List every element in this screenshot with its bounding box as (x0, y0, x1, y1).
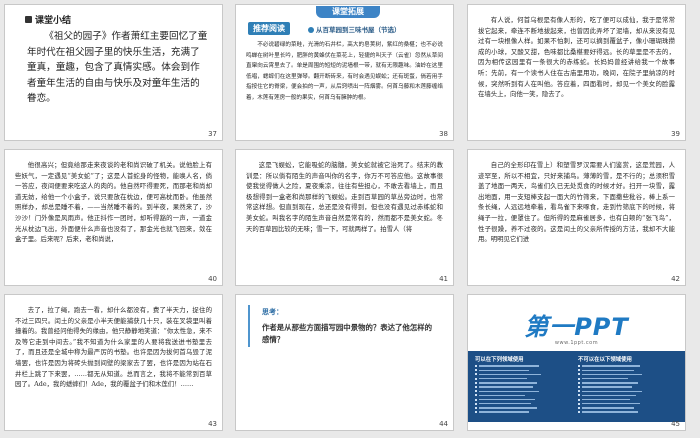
reading-text: 自己的全形印在雪上）和塑雪罗汉需要人们鉴赏，这是荒园，人迹罕至，所以不相宜，只好… (478, 161, 675, 244)
slide-number: 41 (439, 275, 448, 283)
section-banner: 课堂拓展 (316, 6, 380, 18)
slide-thumb-44[interactable]: 思考： 作者是从那些方面描写园中景物的？表达了他怎样的感情？ 44 (235, 294, 454, 431)
brand-logo: 第一PPT www.1ppt.com (468, 307, 685, 346)
slide-number: 37 (208, 130, 217, 138)
reading-text: 这是飞蜈蚣，它能吸蛇的脑髓，美女蛇就被它治死了。结末的教训是：所以倘有陌生的声音… (246, 161, 443, 233)
question-text: 作者是从那些方面描写园中景物的？表达了他怎样的感情？ (262, 323, 432, 344)
slide-number: 40 (208, 275, 217, 283)
allowed-usage-column: 可以在下列领域使用 (475, 355, 575, 414)
allowed-usage-title: 可以在下列领域使用 (475, 357, 524, 363)
reading-source: 从百草园到三味书屋（节选） (308, 24, 401, 34)
reading-tag: 推荐阅读 (248, 22, 290, 35)
slide-number: 42 (671, 275, 680, 283)
question-label: 思考： (262, 308, 283, 316)
slide-number: 45 (671, 420, 680, 428)
slide-number: 39 (671, 130, 680, 138)
summary-text: 《祖父的园子》作者萧红主要回忆了童年时代在祖父园子里的快乐生活，充满了童真，童趣… (27, 31, 208, 105)
slide-thumbnail-grid: 课堂小结 《祖父的园子》作者萧红主要回忆了童年时代在祖父园子里的快乐生活，充满了… (0, 0, 700, 438)
slide-heading: 课堂小结 (25, 13, 71, 26)
slide-number: 38 (439, 130, 448, 138)
slide-thumb-39[interactable]: 有人说，何首乌根是有像人形的，吃了便可以成仙，我于是常常拔它起来，牵连不断地拔起… (467, 4, 686, 141)
forbidden-usage-title: 不可以在以下领域使用 (578, 357, 632, 363)
brand-name: 第一PPT (524, 313, 629, 341)
reading-text: 他很高兴；但竟给那走来夜谈的老和尚识破了机关。说他脸上有些妖气，一定遇见“美女蛇… (15, 161, 212, 244)
slide-thumb-42[interactable]: 自己的全形印在雪上）和塑雪罗汉需要人们鉴赏，这是荒园，人迹罕至，所以不相宜，只好… (467, 149, 686, 286)
slide-thumb-40[interactable]: 他很高兴；但竟给那走来夜谈的老和尚识破了机关。说他脸上有些妖气，一定遇见“美女蛇… (4, 149, 223, 286)
bullet-dot-icon (308, 27, 314, 33)
slide-thumb-37[interactable]: 课堂小结 《祖父的园子》作者萧红主要回忆了童年时代在祖父园子里的快乐生活，充满了… (4, 4, 223, 141)
accent-bar (248, 305, 250, 347)
slide-thumb-41[interactable]: 这是飞蜈蚣，它能吸蛇的脑髓，美女蛇就被它治死了。结末的教训是：所以倘有陌生的声音… (235, 149, 454, 286)
reading-text: 不必说碧绿的菜畦，光滑的石井栏，高大的皂荚树，紫红的桑椹；也不必说鸣蝉在树叶里长… (246, 42, 443, 101)
slide-number: 44 (439, 420, 448, 428)
slide-thumb-43[interactable]: 去了，拉了绳，跑去一看，却什么都没有，费了半天力，捉住的不过三四只。闰土的父亲是… (4, 294, 223, 431)
bullet-square-icon (25, 16, 32, 23)
slide-number: 43 (208, 420, 217, 428)
slide-thumb-45[interactable]: 第一PPT www.1ppt.com 可以在下列领域使用 不可以在以下领域使用 (467, 294, 686, 431)
slide-thumb-38[interactable]: 课堂拓展 推荐阅读 从百草园到三味书屋（节选） 不必说碧绿的菜畦，光滑的石井栏，… (235, 4, 454, 141)
brand-url: www.1ppt.com (554, 340, 599, 346)
forbidden-usage-column: 不可以在以下领域使用 (578, 355, 678, 414)
usage-panel: 可以在下列领域使用 不可以在以下领域使用 (468, 351, 685, 422)
reading-text: 有人说，何首乌根是有像人形的，吃了便可以成仙，我于是常常拔它起来，牵连不断地拔起… (478, 16, 675, 99)
heading-text: 课堂小结 (35, 16, 72, 26)
reading-text: 去了，拉了绳，跑去一看，却什么都没有，费了半天力，捉住的不过三四只。闰土的父亲是… (15, 306, 212, 389)
